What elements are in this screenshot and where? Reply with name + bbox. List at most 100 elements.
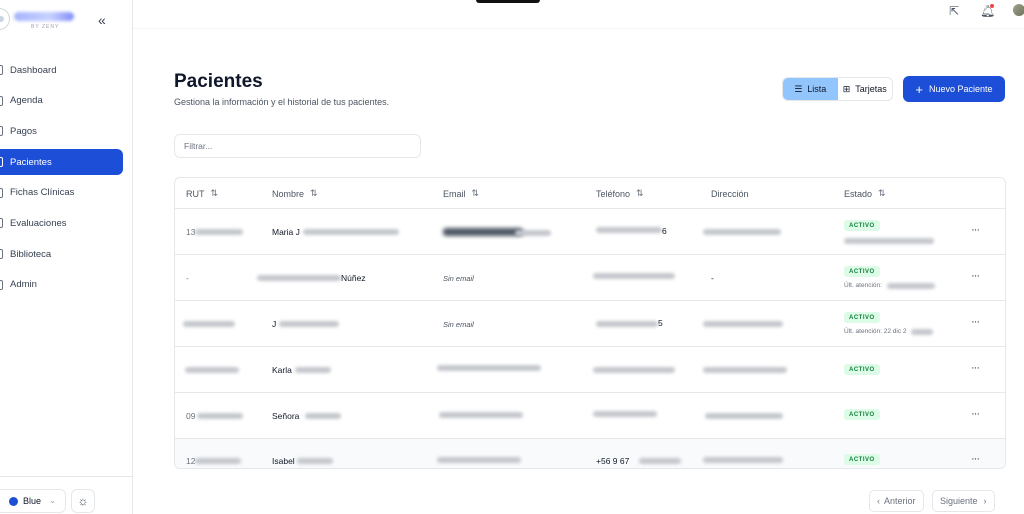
filter-input[interactable] — [174, 134, 421, 158]
sidebar-item-pagos[interactable]: Pagos — [0, 118, 123, 144]
view-toggle: ☰ Lista ⊞ Tarjetas — [782, 77, 893, 101]
sidebar-item-evaluaciones[interactable]: Evaluaciones — [0, 210, 123, 236]
chevron-right-icon: › — [983, 496, 987, 506]
view-cards-button[interactable]: ⊞ Tarjetas — [838, 78, 893, 100]
payment-icon — [0, 126, 3, 137]
sort-icon: ⇅ — [310, 188, 318, 198]
chevron-left-icon: ‹ — [877, 496, 880, 506]
column-header-direccion: Dirección — [711, 178, 749, 209]
row-actions-button[interactable]: ··· — [971, 224, 980, 236]
pagination-prev-button[interactable]: ‹ Anterior — [869, 490, 924, 512]
table-row[interactable]: Karla ACTIVO ··· — [175, 347, 1005, 393]
external-link-icon[interactable]: ⇱ — [949, 4, 959, 18]
cell-nombre: Maria J — [272, 227, 300, 237]
sidebar: BY ZENY « Dashboard Agenda Pagos Pacient… — [0, 0, 133, 514]
view-list-button[interactable]: ☰ Lista — [783, 78, 838, 100]
cell-rut: 09 — [186, 411, 196, 421]
sidebar-item-biblioteca[interactable]: Biblioteca — [0, 241, 123, 267]
column-label: Dirección — [711, 188, 749, 199]
window-notch — [476, 0, 540, 3]
cell-nombre: Señora — [272, 411, 300, 421]
redacted-email — [437, 457, 521, 463]
redacted-address — [703, 229, 781, 235]
status-badge: ACTIVO — [844, 454, 880, 465]
sidebar-item-agenda[interactable]: Agenda — [0, 88, 123, 114]
sidebar-item-label: Admin — [10, 279, 37, 291]
redacted-last-visit — [911, 329, 933, 335]
redacted-last-visit — [844, 238, 934, 244]
theme-mode-button[interactable]: ☼ — [71, 489, 95, 513]
column-header-nombre[interactable]: Nombre ⇅ — [272, 178, 318, 209]
sidebar-footer: Blue ⌄ ☼ — [0, 476, 133, 514]
cell-email: Sin email — [443, 320, 474, 329]
cell-nombre: Núñez — [341, 273, 366, 283]
theme-color-swatch — [9, 496, 18, 506]
avatar[interactable] — [1013, 4, 1024, 16]
dashboard-icon — [0, 65, 3, 75]
column-header-telefono[interactable]: Teléfono ⇅ — [596, 178, 644, 209]
redacted-phone — [593, 273, 675, 279]
status-badge: ACTIVO — [844, 409, 880, 420]
column-header-email[interactable]: Email ⇅ — [443, 178, 479, 209]
redacted-phone — [639, 458, 681, 464]
last-visit-label: Últ. atención: — [844, 282, 882, 289]
sidebar-item-label: Agenda — [10, 95, 43, 107]
logo-mark[interactable] — [0, 8, 10, 30]
redacted-phone — [596, 227, 662, 233]
status-badge: ACTIVO — [844, 312, 880, 323]
redacted-last-visit — [887, 283, 935, 289]
redacted-name — [279, 321, 339, 327]
row-actions-button[interactable]: ··· — [971, 453, 980, 465]
sort-icon: ⇅ — [210, 188, 219, 198]
row-actions-button[interactable]: ··· — [971, 408, 980, 420]
column-header-rut[interactable]: RUT ⇅ — [186, 178, 218, 209]
row-actions-button[interactable]: ··· — [971, 270, 980, 282]
table-row[interactable]: 12 Isabel +56 9 67 ACTIVO ··· — [175, 439, 1005, 468]
redacted-name — [303, 229, 399, 235]
theme-color-label: Blue — [23, 496, 42, 506]
sidebar-item-label: Pacientes — [10, 156, 52, 168]
redacted-email — [443, 228, 523, 236]
sidebar-item-label: Evaluaciones — [10, 217, 67, 229]
sidebar-item-pacientes[interactable]: Pacientes — [0, 149, 123, 176]
column-header-estado[interactable]: Estado ⇅ — [844, 178, 886, 209]
cell-telefono: +56 9 67 — [596, 456, 630, 466]
table-row[interactable]: 09 Señora ACTIVO ··· — [175, 393, 1005, 439]
table-row[interactable]: J Sin email 5 ACTIVO Últ. atención: 22 d… — [175, 301, 1005, 347]
brand-name-redacted — [14, 12, 74, 21]
sidebar-item-dashboard[interactable]: Dashboard — [0, 57, 123, 83]
page-subtitle: Gestiona la información y el historial d… — [174, 97, 390, 107]
row-actions-button[interactable]: ··· — [971, 316, 980, 328]
table-row[interactable]: - Núñez Sin email - ACTIVO Últ. atención… — [175, 255, 1005, 301]
cell-nombre: J — [272, 319, 277, 329]
new-patient-button[interactable]: + Nuevo Paciente — [903, 76, 1005, 102]
list-icon: ☰ — [794, 83, 803, 94]
redacted-name — [305, 413, 341, 419]
row-actions-button[interactable]: ··· — [971, 362, 980, 374]
sidebar-item-fichas-clinicas[interactable]: Fichas Clínicas — [0, 180, 123, 206]
cell-direccion: - — [711, 273, 714, 283]
calendar-icon — [0, 95, 3, 106]
view-cards-label: Tarjetas — [855, 84, 887, 94]
redacted-rut — [183, 321, 235, 327]
sidebar-item-label: Pagos — [10, 125, 37, 137]
collapse-sidebar-button[interactable]: « — [98, 12, 106, 28]
sort-icon: ⇅ — [878, 188, 886, 198]
redacted-name — [257, 275, 341, 281]
redacted-name — [295, 367, 331, 373]
grid-icon: ⊞ — [842, 83, 851, 94]
redacted-email — [515, 230, 551, 236]
pagination-next-button[interactable]: Siguiente › — [932, 490, 995, 512]
status-badge: ACTIVO — [844, 220, 880, 231]
status-badge: ACTIVO — [844, 364, 880, 375]
plus-icon: + — [915, 81, 924, 97]
view-list-label: Lista — [807, 84, 827, 94]
table-row[interactable]: 13 Maria J 6 ACTIVO ··· — [175, 209, 1005, 255]
redacted-rut — [195, 458, 241, 464]
sidebar-item-admin[interactable]: Admin — [0, 272, 123, 298]
cell-nombre: Karla — [272, 365, 292, 375]
theme-color-select[interactable]: Blue ⌄ — [0, 489, 66, 513]
cell-nombre: Isabel — [272, 456, 295, 466]
notification-dot — [990, 4, 994, 8]
status-badge: ACTIVO — [844, 266, 880, 277]
